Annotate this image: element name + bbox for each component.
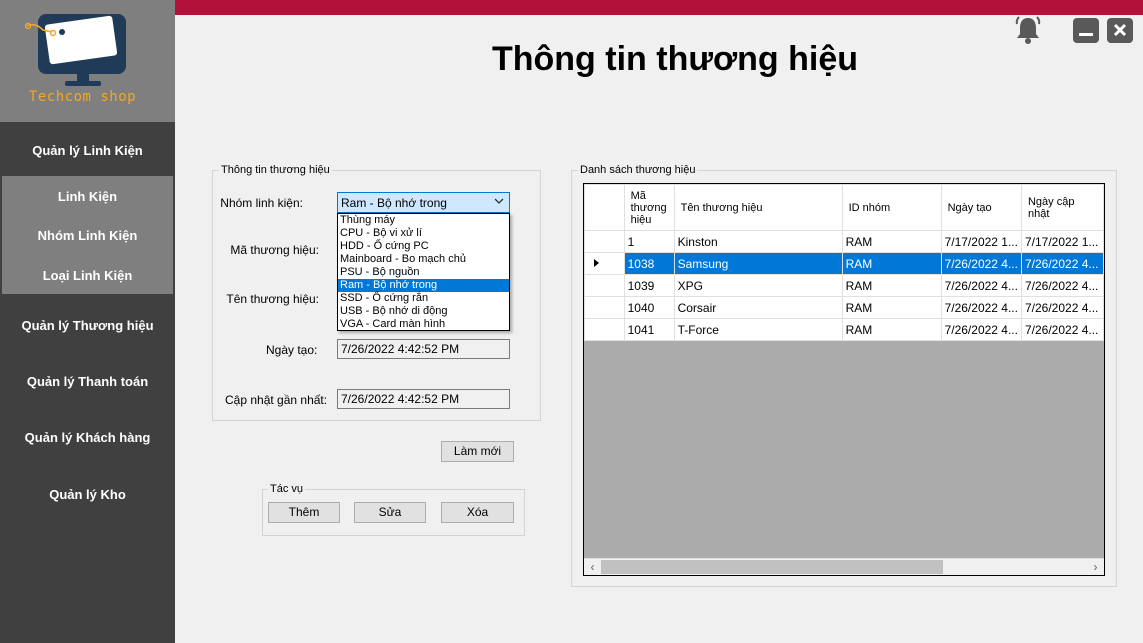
row-header[interactable]	[584, 318, 625, 341]
sidebar: Techcom shop Quản lý Linh Kiện Linh Kiện…	[0, 0, 175, 643]
submenu-item-linh-kien[interactable]: Linh Kiện	[2, 189, 173, 204]
dropdown-option[interactable]: SSD - Ổ cứng rắn	[338, 292, 509, 305]
delete-button[interactable]: Xóa	[441, 502, 514, 523]
updated-label: Cập nhật gần nhất:	[225, 393, 328, 407]
table-cell[interactable]: Kinston	[673, 230, 843, 253]
column-header[interactable]: Mã thương hiệu	[623, 184, 675, 231]
dropdown-option[interactable]: HDD - Ổ cứng PC	[338, 240, 509, 253]
submenu: Linh Kiện Nhóm Linh Kiện Loại Linh Kiện	[2, 176, 173, 294]
created-field: 7/26/2022 4:42:52 PM	[337, 339, 510, 359]
table-cell[interactable]: RAM	[841, 274, 942, 297]
submenu-item-loai-linh-kien[interactable]: Loại Linh Kiện	[2, 268, 173, 283]
dropdown-option[interactable]: Mainboard - Bo mạch chủ	[338, 253, 509, 266]
table-cell[interactable]: 7/26/2022 4...	[1020, 318, 1104, 341]
sidebar-item-kho[interactable]: Quản lý Kho	[0, 487, 175, 502]
group-combobox[interactable]: Ram - Bộ nhớ trong	[337, 192, 510, 213]
actions-legend: Tác vụ	[268, 483, 306, 495]
dropdown-option[interactable]: VGA - Card màn hình	[338, 318, 509, 331]
chevron-down-icon[interactable]	[493, 195, 505, 210]
top-bar	[175, 0, 1143, 15]
logo-text: Techcom shop	[28, 89, 137, 105]
brand-table: Mã thương hiệu Tên thương hiệu ID nhóm N…	[584, 184, 1104, 341]
dropdown-option[interactable]: PSU - Bộ nguồn	[338, 266, 509, 279]
table-row[interactable]: 1 Kinston RAM 7/17/2022 1... 7/17/2022 1...	[584, 230, 1104, 253]
dropdown-option[interactable]: Thùng máy	[338, 214, 509, 227]
code-label: Mã thương hiệu:	[230, 243, 319, 257]
sidebar-item-khach-hang[interactable]: Quản lý Khách hàng	[0, 430, 175, 445]
add-button[interactable]: Thêm	[268, 502, 340, 523]
page-title: Thông tin thương hiệu	[491, 40, 859, 78]
scroll-right-icon[interactable]: ›	[1087, 559, 1104, 575]
name-label: Tên thương hiệu:	[226, 292, 319, 306]
table-cell[interactable]: 1039	[623, 274, 675, 297]
logo: Techcom shop	[0, 0, 175, 122]
table-cell[interactable]: 1041	[623, 318, 675, 341]
table-cell[interactable]: 7/26/2022 4...	[940, 318, 1022, 341]
scroll-left-icon[interactable]: ‹	[584, 559, 601, 575]
table-cell[interactable]: RAM	[841, 230, 942, 253]
table-cell[interactable]: 1040	[623, 296, 675, 319]
table-cell[interactable]: 7/26/2022 4...	[940, 252, 1022, 275]
table-cell[interactable]: 7/26/2022 4...	[1020, 296, 1104, 319]
table-cell[interactable]: 7/26/2022 4...	[940, 296, 1022, 319]
column-header[interactable]: ID nhóm	[841, 184, 942, 231]
brand-list-legend: Danh sách thương hiệu	[578, 164, 698, 176]
column-header[interactable]: Ngày cập nhật	[1020, 184, 1104, 231]
table-cell[interactable]: T-Force	[673, 318, 843, 341]
scrollbar-thumb[interactable]	[601, 560, 943, 574]
dropdown-option[interactable]: USB - Bộ nhớ di động	[338, 305, 509, 318]
horizontal-scrollbar[interactable]: ‹ ›	[584, 558, 1104, 575]
table-row[interactable]: 1038 Samsung RAM 7/26/2022 4... 7/26/2022 4.…	[584, 252, 1104, 275]
column-header[interactable]: Ngày tạo	[940, 184, 1022, 231]
table-cell[interactable]: 7/17/2022 1...	[940, 230, 1022, 253]
dropdown-option[interactable]: CPU - Bộ vi xử lí	[338, 227, 509, 240]
table-cell[interactable]: 7/26/2022 4...	[940, 274, 1022, 297]
group-dropdown-list: Thùng máy CPU - Bộ vi xử lí HDD - Ổ cứng P…	[337, 213, 510, 331]
dropdown-option[interactable]: Ram - Bộ nhớ trong	[338, 279, 509, 292]
submenu-item-nhom-linh-kien[interactable]: Nhóm Linh Kiện	[2, 228, 173, 243]
table-cell[interactable]: Samsung	[673, 252, 843, 275]
table-cell[interactable]: RAM	[841, 252, 942, 275]
monitor-logo-icon	[25, 14, 126, 86]
row-header[interactable]	[584, 296, 625, 319]
row-header[interactable]	[584, 252, 625, 275]
current-row-arrow-icon	[594, 258, 599, 267]
row-header[interactable]	[584, 230, 625, 253]
refresh-button[interactable]: Làm mới	[441, 441, 514, 462]
sidebar-item-linh-kien[interactable]: Quản lý Linh Kiện	[0, 143, 175, 158]
sidebar-item-thuong-hieu[interactable]: Quản lý Thương hiệu	[0, 318, 175, 333]
table-row[interactable]: 1039 XPG RAM 7/26/2022 4... 7/26/2022 4...	[584, 274, 1104, 297]
table-cell[interactable]: XPG	[673, 274, 843, 297]
sidebar-item-thanh-toan[interactable]: Quản lý Thanh toán	[0, 374, 175, 389]
edit-button[interactable]: Sửa	[354, 502, 426, 523]
table-cell[interactable]: 1038	[623, 252, 675, 275]
table-cell[interactable]: 7/26/2022 4...	[1020, 252, 1104, 275]
group-combobox-value: Ram - Bộ nhớ trong	[341, 196, 447, 210]
table-row[interactable]: 1040 Corsair RAM 7/26/2022 4... 7/26/2022 4.…	[584, 296, 1104, 319]
column-header[interactable]: Tên thương hiệu	[673, 184, 843, 231]
created-label: Ngày tạo:	[266, 343, 318, 357]
table-cell[interactable]: 7/17/2022 1...	[1020, 230, 1104, 253]
table-row[interactable]: 1041 T-Force RAM 7/26/2022 4... 7/26/2022 4.…	[584, 318, 1104, 341]
table-cell[interactable]: 7/26/2022 4...	[1020, 274, 1104, 297]
table-cell[interactable]: RAM	[841, 296, 942, 319]
updated-field: 7/26/2022 4:42:52 PM	[337, 389, 510, 409]
table-header-row: Mã thương hiệu Tên thương hiệu ID nhóm N…	[584, 184, 1104, 231]
table-cell[interactable]: 1	[623, 230, 675, 253]
table-cell[interactable]: RAM	[841, 318, 942, 341]
brand-info-legend: Thông tin thương hiệu	[219, 164, 332, 176]
group-label: Nhóm linh kiện:	[220, 196, 303, 210]
table-cell[interactable]: Corsair	[673, 296, 843, 319]
brand-grid[interactable]: Mã thương hiệu Tên thương hiệu ID nhóm N…	[583, 183, 1105, 576]
row-header-corner	[584, 184, 625, 231]
row-header[interactable]	[584, 274, 625, 297]
